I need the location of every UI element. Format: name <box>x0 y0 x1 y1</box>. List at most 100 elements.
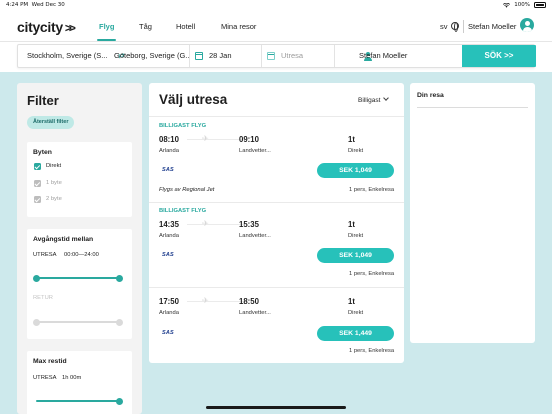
arrive-airport: Landvetter... <box>239 310 271 316</box>
checkbox-2-byte[interactable] <box>34 196 41 203</box>
return-label: RETUR <box>33 295 53 301</box>
tab-flyg-label: Flyg <box>99 22 115 31</box>
citycity-logo[interactable]: citycity >> <box>17 19 76 35</box>
arrive-time: 09:10 <box>239 135 259 144</box>
airplane-icon: ✈ <box>202 219 209 228</box>
depart-time: 14:35 <box>159 220 179 229</box>
price-button[interactable]: SEK 1,449 <box>317 326 394 341</box>
slider-handle-end[interactable] <box>116 318 123 326</box>
tab-tag[interactable]: Tåg <box>139 22 152 31</box>
sort-dropdown[interactable]: Billigast <box>358 97 380 104</box>
language-selector[interactable]: sv <box>440 22 448 31</box>
header-divider <box>463 20 464 33</box>
calendar-icon <box>195 52 203 60</box>
sas-logo: SAS <box>162 330 174 336</box>
calendar-icon <box>267 52 275 60</box>
return-time-slider[interactable] <box>33 318 123 326</box>
depart-time: 08:10 <box>159 135 179 144</box>
tab-mina-resor-label: Mina resor <box>221 22 257 31</box>
flight-card[interactable]: BILLIGAST FLYG 14:35 ✈ 15:35 1t Arlanda … <box>149 202 404 286</box>
depart-time: 17:50 <box>159 297 179 306</box>
depart-date-field[interactable]: 28 Jan <box>209 45 269 67</box>
stops-filter-box: Byten Direkt 1 byte 2 byte <box>27 142 132 217</box>
avatar-icon[interactable] <box>520 18 534 32</box>
depart-airport: Arlanda <box>159 233 179 239</box>
to-field[interactable]: Göteborg, Sverige (G... <box>114 45 190 67</box>
departure-time-filter-box: Avgångstid mellan UTRESA 00:00—24:00 RET… <box>27 229 132 339</box>
price-button[interactable]: SEK 1,049 <box>317 163 394 178</box>
tab-mina-resor[interactable]: Mina resor <box>221 22 256 31</box>
checkbox-1-byte[interactable] <box>34 180 41 187</box>
trip-divider <box>417 107 528 108</box>
sas-logo: SAS <box>162 167 174 173</box>
checkbox-label: 2 byte <box>46 196 62 202</box>
route-line <box>187 139 245 140</box>
wifi-icon <box>503 2 511 8</box>
airplane-icon: ✈ <box>202 296 209 305</box>
slider-handle-end[interactable] <box>116 274 123 282</box>
user-name[interactable]: Stefan Moeller <box>468 22 516 31</box>
arrive-time: 15:35 <box>239 220 259 229</box>
cheapest-flight-tag: BILLIGAST FLYG <box>159 208 207 214</box>
traveler-field[interactable]: Stefan Moeller <box>359 45 454 67</box>
tab-flyg[interactable]: Flyg <box>97 22 117 41</box>
from-field[interactable]: Stockholm, Sverige (S... <box>27 45 117 67</box>
search-divider <box>261 45 262 67</box>
results-title: Välj utresa <box>159 92 228 107</box>
tab-hotell[interactable]: Hotell <box>176 22 195 31</box>
home-indicator[interactable] <box>206 406 346 409</box>
battery-icon <box>534 2 546 8</box>
status-time: 4:24 PM <box>6 2 29 8</box>
top-navigation: citycity >> Flyg Tåg Hotell Mina resor sv… <box>0 10 552 42</box>
depart-airport: Arlanda <box>159 310 179 316</box>
outbound-time-range: 00:00—24:00 <box>64 252 99 258</box>
battery-percent: 100% <box>514 2 530 8</box>
slider-handle-end[interactable] <box>116 397 123 405</box>
filter-title: Filter <box>27 93 59 108</box>
price-button[interactable]: SEK 1,049 <box>317 248 394 263</box>
flight-duration: 1t <box>348 297 355 306</box>
logo-text: citycity <box>17 19 63 35</box>
flight-card[interactable]: BILLIGAST FLYG 08:10 ✈ 09:10 1t Arlanda … <box>149 116 404 201</box>
slider-handle-start[interactable] <box>33 318 40 326</box>
arrive-airport: Landvetter... <box>239 233 271 239</box>
checkbox-direkt[interactable] <box>34 163 41 170</box>
search-divider <box>189 45 190 67</box>
chevron-right-double-icon: >> <box>504 51 514 60</box>
outbound-time-slider[interactable] <box>33 274 123 282</box>
sas-logo: SAS <box>162 252 174 258</box>
return-date-field[interactable]: Utresa <box>281 45 341 67</box>
globe-icon[interactable] <box>451 22 459 32</box>
stops-info: Direkt <box>348 233 364 239</box>
route-line <box>187 224 245 225</box>
active-tab-underline <box>97 39 117 41</box>
max-travel-time-title: Max restid <box>33 358 67 365</box>
stops-info: Direkt <box>348 148 364 154</box>
operated-by: Flygs av Regional Jet <box>159 187 215 193</box>
arrive-time: 18:50 <box>239 297 259 306</box>
airplane-icon: ✈ <box>202 134 209 143</box>
max-travel-time-value: 1h 00m <box>62 375 82 381</box>
status-date: Wed Dec 30 <box>31 2 65 8</box>
max-travel-time-slider[interactable] <box>36 397 123 405</box>
slider-handle-start[interactable] <box>33 274 40 282</box>
chevron-down-icon[interactable] <box>383 95 389 101</box>
flight-card[interactable]: 17:50 ✈ 18:50 1t Arlanda Landvetter... D… <box>149 287 404 363</box>
search-divider <box>334 45 335 67</box>
logo-chevrons-icon: >> <box>64 21 76 35</box>
flight-duration: 1t <box>348 220 355 229</box>
status-bar: 4:24 PM Wed Dec 30 100% <box>0 0 552 10</box>
tab-tag-label: Tåg <box>139 22 152 31</box>
trip-summary-panel: Din resa <box>410 83 535 343</box>
search-button[interactable]: SÖK >> <box>462 45 536 67</box>
reset-filter-button[interactable]: Återställ filter <box>27 116 75 129</box>
flight-search-bar: Stockholm, Sverige (S... ⇄ Göteborg, Sve… <box>17 44 536 68</box>
results-panel: Välj utresa Billigast BILLIGAST FLYG 08:… <box>149 83 404 363</box>
cheapest-flight-tag: BILLIGAST FLYG <box>159 123 207 129</box>
outbound-label: UTRESA <box>33 252 57 258</box>
status-right: 100% <box>503 2 546 8</box>
checkbox-label: Direkt <box>46 163 62 169</box>
tab-hotell-label: Hotell <box>176 22 196 31</box>
status-time-date: 4:24 PM Wed Dec 30 <box>6 2 65 8</box>
stops-info: Direkt <box>348 310 364 316</box>
